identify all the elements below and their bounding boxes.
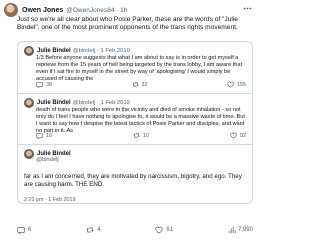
- like-button[interactable]: 61: [155, 226, 173, 234]
- like-count: 92: [240, 132, 246, 139]
- like-icon: [155, 226, 163, 234]
- retweet-count: 32: [141, 81, 148, 88]
- quoted-tweet[interactable]: Julie Bindel @bindelj far as I am concer…: [17, 145, 253, 204]
- retweet-icon: [133, 133, 140, 138]
- like-button[interactable]: 92: [230, 132, 246, 139]
- quote-author-name[interactable]: Julie Bindel: [37, 100, 71, 106]
- retweet-icon: [131, 82, 139, 87]
- reply-button[interactable]: 16: [36, 132, 52, 139]
- retweet-button[interactable]: 32: [131, 81, 148, 88]
- avatar[interactable]: [24, 149, 34, 159]
- quote-author-meta: @bindelj · 1 Feb 2019: [72, 48, 130, 54]
- avatar[interactable]: [24, 46, 34, 56]
- reply-button[interactable]: 38: [36, 81, 52, 88]
- quote-author-name[interactable]: Julie Bindel: [37, 48, 71, 54]
- avatar[interactable]: [24, 98, 34, 108]
- retweet-icon: [86, 227, 94, 233]
- views-count: 7,990: [237, 227, 253, 233]
- quoted-tweet[interactable]: Julie Bindel @bindelj · 1 Feb 2019 1/3 B…: [17, 41, 253, 94]
- retweet-count: 4: [97, 227, 101, 233]
- retweet-button[interactable]: 4: [86, 226, 101, 234]
- quote-text: far as I am concerned, they are motivate…: [24, 173, 242, 188]
- tweet-text: Just so we're all clear about who Posie …: [17, 16, 238, 32]
- like-button[interactable]: 155: [227, 81, 246, 88]
- more-icon[interactable]: [243, 4, 252, 12]
- reply-icon: [36, 82, 43, 88]
- views-icon: [228, 226, 236, 234]
- retweet-button[interactable]: 10: [133, 132, 149, 139]
- tweet-actions: 6 4 61 7,990: [17, 225, 253, 235]
- like-count: 61: [166, 227, 174, 233]
- reply-count: 38: [46, 81, 52, 88]
- retweet-count: 10: [143, 132, 149, 139]
- reply-icon: [36, 133, 43, 139]
- quote-author-meta: @bindelj · 1 Feb 2019: [72, 100, 130, 106]
- quote-timestamp[interactable]: 2:21 pm · 1 Feb 2019: [24, 197, 76, 203]
- reply-count: 6: [28, 227, 32, 233]
- like-icon: [230, 132, 237, 139]
- views-button[interactable]: 7,990: [228, 226, 253, 234]
- like-icon: [227, 81, 234, 88]
- like-count: 155: [237, 81, 246, 88]
- quote-author-handle: @bindelj: [36, 157, 59, 163]
- tweet: Owen Jones @OwenJones84 · 1h Just so we'…: [0, 0, 256, 240]
- quote-actions: 38 32 155: [36, 80, 246, 89]
- author-name[interactable]: Owen Jones: [22, 7, 63, 14]
- author-meta: @OwenJones84 · 1h: [66, 6, 128, 14]
- avatar[interactable]: [4, 3, 18, 17]
- quote-actions: 16 10 92: [36, 131, 246, 140]
- reply-count: 16: [46, 132, 52, 139]
- reply-icon: [17, 227, 25, 234]
- reply-button[interactable]: 6: [17, 226, 31, 234]
- quoted-tweet[interactable]: Julie Bindel @bindelj · 1 Feb 2019 death…: [17, 94, 253, 145]
